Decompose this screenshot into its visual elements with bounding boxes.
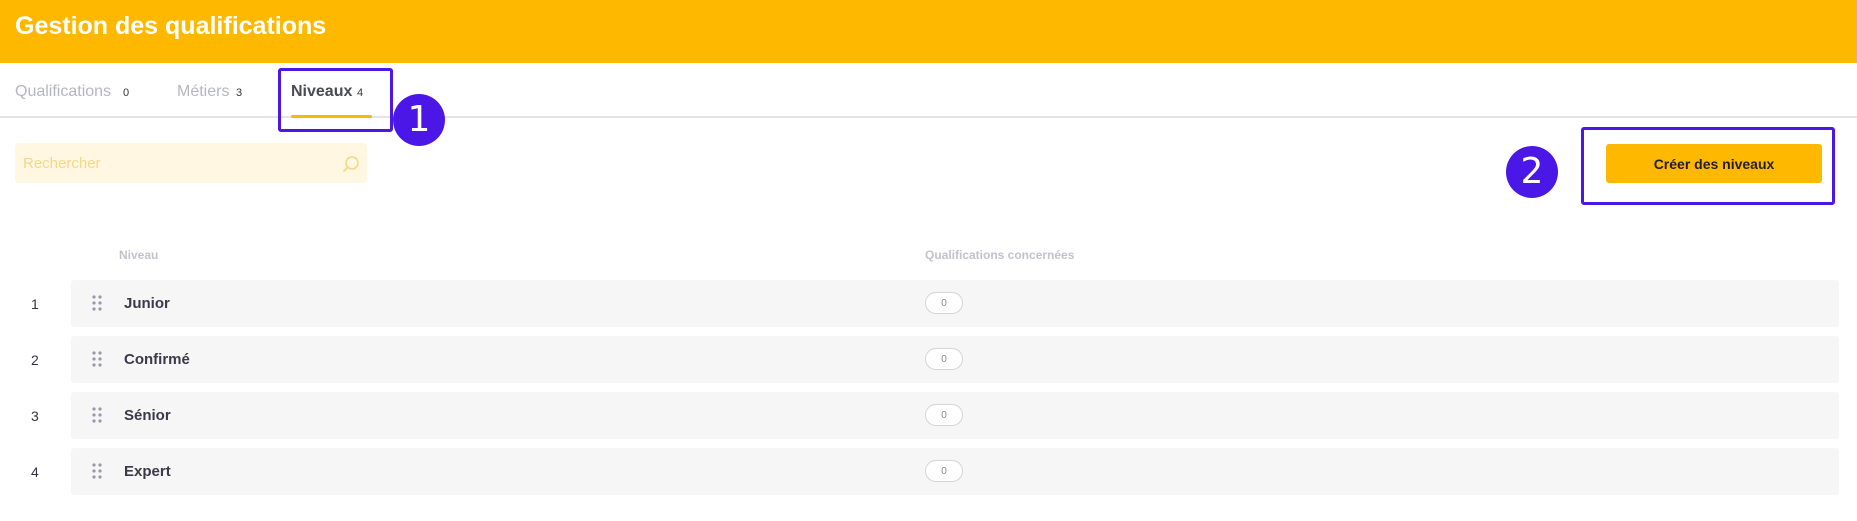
drag-handle-icon[interactable]: [92, 295, 102, 311]
level-name: Junior: [124, 295, 170, 312]
qualification-count-badge: 0: [925, 460, 963, 482]
drag-handle-icon[interactable]: [92, 407, 102, 423]
table-row[interactable]: Sénior 0: [71, 392, 1839, 439]
row-index: 3: [31, 408, 39, 424]
search-input[interactable]: [15, 143, 333, 183]
table-row[interactable]: Junior 0: [71, 280, 1839, 327]
annotation-marker-2: 2: [1506, 146, 1558, 198]
qualification-count-badge: 0: [925, 404, 963, 426]
level-name: Sénior: [124, 407, 171, 424]
column-header-qualifications: Qualifications concernées: [925, 248, 1075, 262]
qualification-count-badge: 0: [925, 292, 963, 314]
annotation-box-2: [1581, 127, 1835, 205]
tab-count-badge: 0: [123, 87, 130, 99]
table-row[interactable]: Confirmé 0: [71, 336, 1839, 383]
annotation-box-1: [278, 68, 393, 132]
page-title: Gestion des qualifications: [15, 12, 327, 40]
app-header: Gestion des qualifications: [0, 0, 1857, 63]
row-index: 1: [31, 296, 39, 312]
column-header-niveau: Niveau: [119, 248, 159, 262]
level-name: Expert: [124, 463, 171, 480]
qualification-count-badge: 0: [925, 348, 963, 370]
tab-qualifications[interactable]: Qualifications 0: [15, 63, 135, 118]
drag-handle-icon[interactable]: [92, 351, 102, 367]
tab-metiers[interactable]: Métiers 3: [177, 63, 252, 118]
level-name: Confirmé: [124, 351, 190, 368]
row-index: 2: [31, 352, 39, 368]
drag-handle-icon[interactable]: [92, 463, 102, 479]
row-index: 4: [31, 464, 39, 480]
search-icon[interactable]: [342, 155, 360, 173]
tab-count-badge: 3: [236, 87, 243, 99]
annotation-marker-1: 1: [393, 94, 445, 146]
table-row[interactable]: Expert 0: [71, 448, 1839, 495]
tab-label: Métiers: [177, 83, 230, 100]
tab-label: Qualifications: [15, 83, 112, 100]
search-box: [15, 143, 367, 183]
